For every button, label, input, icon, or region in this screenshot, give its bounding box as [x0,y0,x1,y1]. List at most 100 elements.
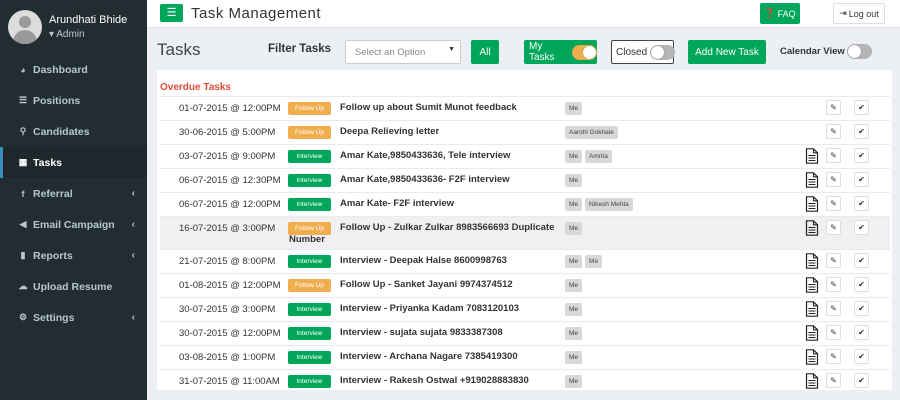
task-title[interactable]: Interview - Rakesh Ostwal +919028883830 [340,375,550,387]
document-icon[interactable] [805,373,819,389]
sidebar-item-label: Tasks [33,156,62,169]
my-tasks-button[interactable]: My Tasks [524,40,597,64]
task-datetime: 21-07-2015 @ 8:00PM [179,256,276,267]
task-title[interactable]: Amar Kate- F2F interview [340,198,550,210]
complete-task-button[interactable]: ✔ [854,196,869,211]
edit-task-button[interactable]: ✎ [826,373,841,388]
edit-task-button[interactable]: ✎ [826,172,841,187]
document-icon[interactable] [805,253,819,269]
complete-task-button[interactable]: ✔ [854,373,869,388]
sidebar-item-tasks[interactable]: ▦ Tasks [0,147,147,178]
complete-task-button[interactable]: ✔ [854,277,869,292]
calendar-view-label: Calendar View [780,46,845,57]
document-icon[interactable] [805,325,819,341]
complete-task-button[interactable]: ✔ [854,148,869,163]
assignee-chip: Amrita [585,150,612,163]
complete-task-button[interactable]: ✔ [854,172,869,187]
document-icon[interactable] [805,220,819,236]
task-row[interactable]: 31-07-2015 @ 11:00AM Interview Interview -… [160,369,890,393]
task-title[interactable]: Follow up about Sumit Munot feedback [340,102,550,114]
task-row[interactable]: 30-07-2015 @ 12:00PM Interview Interview -… [160,321,890,345]
closed-toggle[interactable] [650,44,676,60]
task-title[interactable]: Interview - Deepak Halse 8600998763 [340,255,550,267]
document-icon[interactable] [805,148,819,164]
check-icon: ✔ [858,127,865,136]
task-row[interactable]: 06-07-2015 @ 12:00PM Interview Amar Kate- … [160,192,890,216]
add-new-task-button[interactable]: Add New Task [688,40,766,64]
my-tasks-toggle[interactable] [572,44,597,60]
complete-task-button[interactable]: ✔ [854,220,869,235]
edit-task-button[interactable]: ✎ [826,124,841,139]
cloud-upload-icon: ☁ [18,281,28,291]
overdue-tasks-heading: Overdue Tasks [160,82,231,93]
edit-task-button[interactable]: ✎ [826,325,841,340]
filter-select[interactable]: Select an Option ▼ [345,40,461,64]
edit-task-button[interactable]: ✎ [826,100,841,115]
task-title[interactable]: Interview - sujata sujata 9833387308 [340,327,550,339]
task-title[interactable]: Amar Kate,9850433636- F2F interview [340,174,550,186]
sidebar-item-settings[interactable]: ⚙ Settings ‹ [0,302,147,333]
sidebar-item-candidates[interactable]: ⚲ Candidates [0,116,147,147]
task-row[interactable]: 06-07-2015 @ 12:30PM Interview Amar Kate,9… [160,168,890,192]
sidebar-item-email-campaign[interactable]: ◀ Email Campaign ‹ [0,209,147,240]
task-type-badge: Interview [288,174,331,187]
edit-task-button[interactable]: ✎ [826,301,841,316]
complete-task-button[interactable]: ✔ [854,253,869,268]
edit-task-button[interactable]: ✎ [826,196,841,211]
user-info: Arundhati Bhide ▾ Admin [49,14,127,40]
calendar-view-toggle[interactable] [847,44,872,59]
task-datetime: 30-07-2015 @ 3:00PM [179,304,276,315]
edit-task-button[interactable]: ✎ [826,148,841,163]
task-assignees: Me [565,174,583,187]
sidebar-item-label: Dashboard [33,63,88,76]
edit-task-button[interactable]: ✎ [826,349,841,364]
user-name: Arundhati Bhide [49,14,128,26]
calendar-icon: ▦ [18,157,28,167]
document-icon[interactable] [805,196,819,212]
task-title[interactable]: Interview - Priyanka Kadam 7083120103 [340,303,550,315]
complete-task-button[interactable]: ✔ [854,100,869,115]
assignee-chip: Me [565,102,583,115]
avatar[interactable] [8,10,42,44]
edit-task-button[interactable]: ✎ [826,253,841,268]
all-button[interactable]: All [471,40,499,64]
sidebar-item-upload-resume[interactable]: ☁ Upload Resume [0,271,147,302]
task-title[interactable]: Deepa Relieving letter [340,126,550,138]
task-title[interactable]: Amar Kate,9850433636, Tele interview [340,150,550,162]
task-title[interactable]: Interview - Archana Nagare 7385419300 [340,351,550,363]
document-icon[interactable] [805,172,819,188]
task-title[interactable]: Follow Up - Zulkar Zulkar 8983566693 Dup… [289,222,559,246]
task-row[interactable]: 30-07-2015 @ 3:00PM Interview Interview - … [160,297,890,321]
faq-button[interactable]: ❓ FAQ [760,3,800,24]
task-row[interactable]: 03-08-2015 @ 1:00PM Interview Interview - … [160,345,890,369]
assignee-chip: Me [565,303,583,316]
chevron-left-icon: ‹ [131,219,135,230]
logout-button[interactable]: ⇥ Log out [833,3,885,24]
sidebar-item-reports[interactable]: ▮ Reports ‹ [0,240,147,271]
task-row[interactable]: 03-07-2015 @ 9:00PM Interview Amar Kate,98… [160,144,890,168]
complete-task-button[interactable]: ✔ [854,325,869,340]
document-icon[interactable] [805,301,819,317]
task-row[interactable]: 01-07-2015 @ 12:00PM Follow Up Follow up a… [160,96,890,120]
closed-button[interactable]: Closed [611,40,676,64]
edit-task-button[interactable]: ✎ [826,277,841,292]
document-icon[interactable] [805,277,819,293]
task-row[interactable]: 21-07-2015 @ 8:00PM Interview Interview - … [160,249,890,273]
user-role[interactable]: ▾ Admin [49,29,127,40]
check-icon: ✔ [858,151,865,160]
complete-task-button[interactable]: ✔ [854,301,869,316]
task-row[interactable]: 01-08-2015 @ 12:00PM Follow Up Follow Up -… [160,273,890,297]
complete-task-button[interactable]: ✔ [854,349,869,364]
task-row[interactable]: 30-06-2015 @ 5:00PM Follow Up Deepa Reliev… [160,120,890,144]
sidebar-item-referral[interactable]: f Referral ‹ [0,178,147,209]
sidebar-item-positions[interactable]: ☰ Positions [0,85,147,116]
check-icon: ✔ [858,223,865,232]
edit-task-button[interactable]: ✎ [826,220,841,235]
task-type-badge: Interview [288,150,331,163]
menu-toggle-button[interactable]: ☰ [160,4,183,22]
task-row[interactable]: 16-07-2015 @ 3:00PM Follow Up Follow Up - … [160,216,890,249]
task-title[interactable]: Follow Up - Sanket Jayani 9974374512 [340,279,550,291]
complete-task-button[interactable]: ✔ [854,124,869,139]
document-icon[interactable] [805,349,819,365]
sidebar-item-dashboard[interactable]: ◕ Dashboard [0,54,147,85]
